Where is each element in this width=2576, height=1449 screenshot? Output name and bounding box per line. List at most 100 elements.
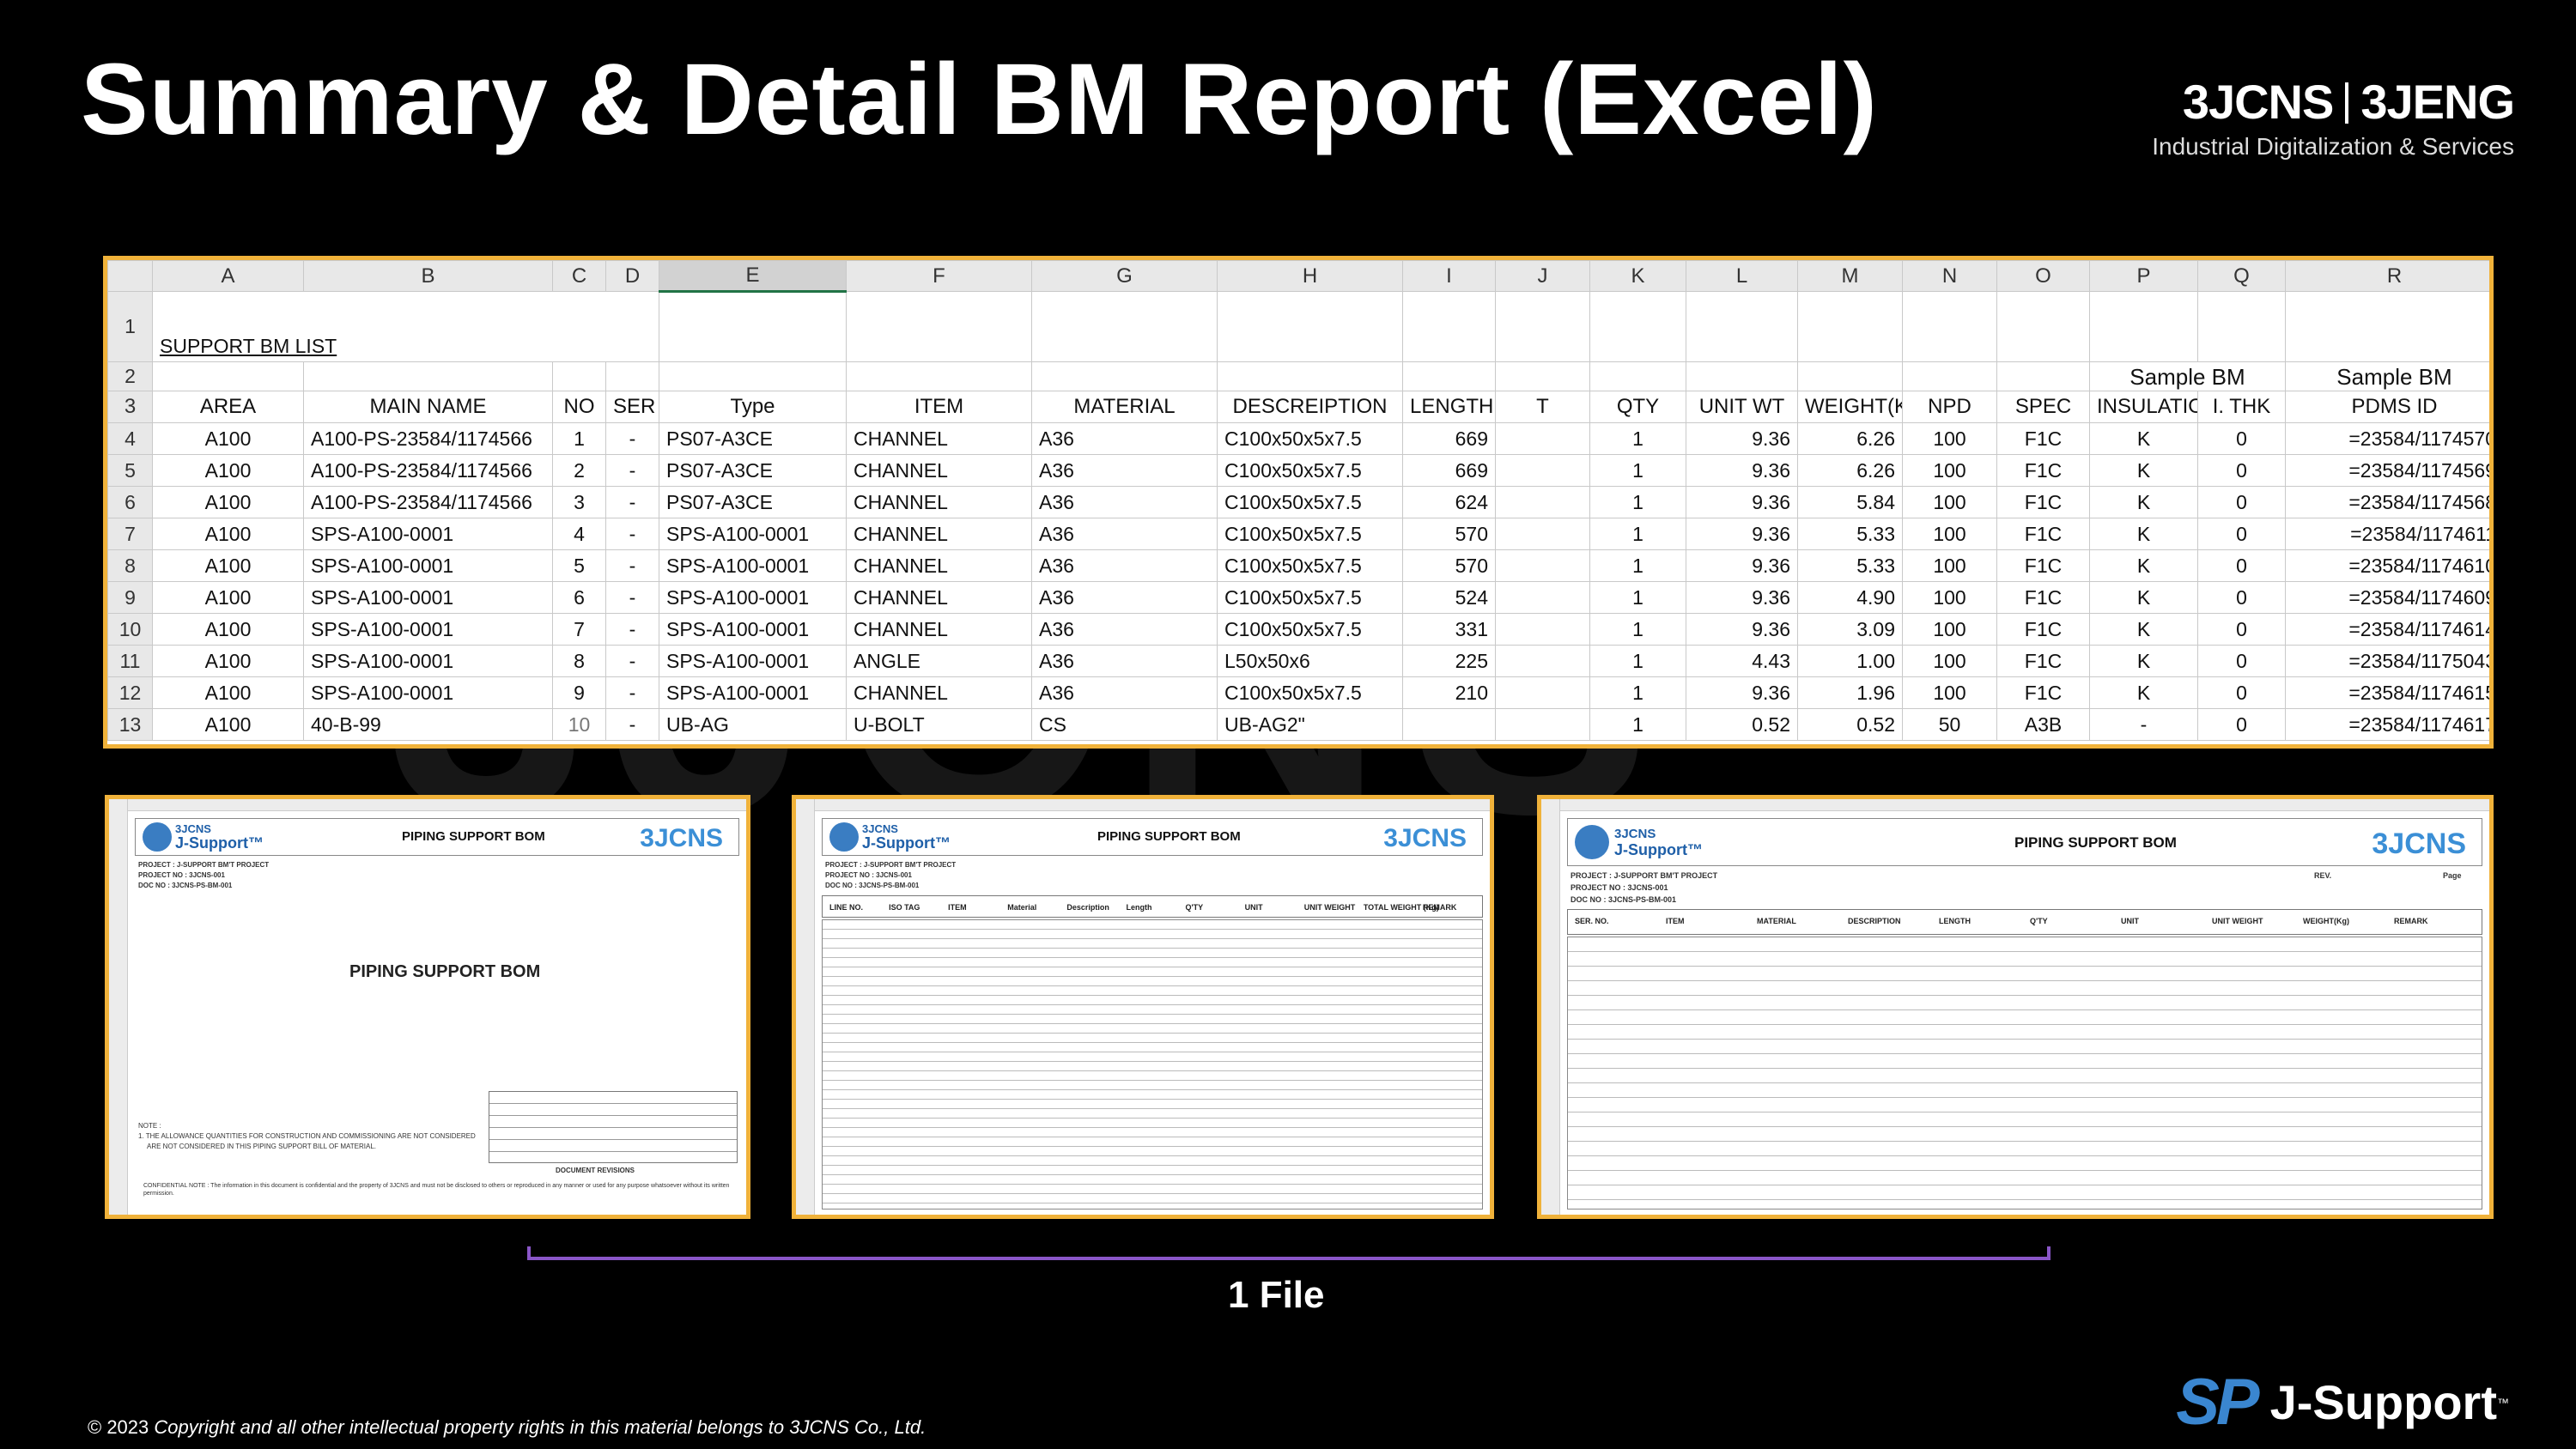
bm-cell[interactable]: F1C — [1996, 454, 2090, 487]
bm-cell[interactable]: 2 — [552, 454, 606, 487]
bm-cell[interactable]: F1C — [1996, 645, 2090, 677]
bm-cell[interactable]: SPS-A100-0001 — [659, 581, 847, 614]
bm-cell[interactable]: 50 — [1902, 708, 1997, 741]
bm-cell[interactable]: SPS-A100-0001 — [303, 613, 553, 646]
bm-header-cell[interactable]: NO — [552, 391, 606, 423]
bm-cell[interactable]: 9.36 — [1686, 613, 1798, 646]
bm-cell[interactable]: C100x50x5x7.5 — [1217, 422, 1403, 455]
bm-cell[interactable] — [1495, 708, 1590, 741]
bm-cell[interactable]: =23584/1174569 — [2285, 454, 2489, 487]
bm-cell[interactable]: F1C — [1996, 422, 2090, 455]
row-number[interactable]: 11 — [107, 645, 153, 677]
bm-cell[interactable]: K — [2089, 676, 2198, 709]
bm-cell[interactable]: - — [2089, 708, 2198, 741]
bm-cell[interactable]: 1.00 — [1797, 645, 1903, 677]
bm-cell[interactable]: UB-AG — [659, 708, 847, 741]
bm-cell[interactable]: A100 — [152, 613, 304, 646]
bm-cell[interactable]: A36 — [1031, 422, 1218, 455]
bm-header-cell[interactable]: NPD — [1902, 391, 1997, 423]
sample-bm-label-2[interactable]: Sample BM — [2285, 361, 2489, 391]
cell[interactable] — [1495, 291, 1590, 362]
bm-cell[interactable]: A100 — [152, 454, 304, 487]
cover-sheet-thumbnail[interactable]: 3JCNS J-Support™ PIPING SUPPORT BOM 3JCNS… — [105, 795, 750, 1219]
bm-header-cell[interactable]: INSULATION — [2089, 391, 2198, 423]
bm-cell[interactable]: 624 — [1402, 486, 1496, 518]
cell[interactable] — [1589, 291, 1686, 362]
bm-cell[interactable]: 100 — [1902, 454, 1997, 487]
column-header-h[interactable]: H — [1217, 260, 1403, 292]
cell[interactable] — [605, 361, 659, 391]
cell[interactable] — [1031, 361, 1218, 391]
cell[interactable] — [1217, 291, 1403, 362]
summary-bom-thumbnail[interactable]: 3JCNS J-Support™ PIPING SUPPORT BOM 3JCNS… — [1537, 795, 2494, 1219]
bm-cell[interactable]: A36 — [1031, 549, 1218, 582]
bm-cell[interactable]: 9.36 — [1686, 486, 1798, 518]
bm-cell[interactable]: 1 — [1589, 422, 1686, 455]
bm-cell[interactable]: 9 — [552, 676, 606, 709]
bm-cell[interactable]: PS07-A3CE — [659, 454, 847, 487]
bm-cell[interactable] — [1495, 486, 1590, 518]
bm-cell[interactable]: 100 — [1902, 486, 1997, 518]
cell[interactable] — [1031, 291, 1218, 362]
bm-cell[interactable]: UB-AG2" — [1217, 708, 1403, 741]
bm-list-title[interactable]: SUPPORT BM LIST — [152, 291, 659, 362]
bm-cell[interactable]: 100 — [1902, 549, 1997, 582]
cell[interactable] — [1797, 291, 1903, 362]
bm-cell[interactable]: 9.36 — [1686, 518, 1798, 550]
cell[interactable] — [1402, 291, 1496, 362]
bm-cell[interactable]: C100x50x5x7.5 — [1217, 581, 1403, 614]
bm-cell[interactable]: - — [605, 518, 659, 550]
bm-header-cell[interactable]: QTY — [1589, 391, 1686, 423]
bm-cell[interactable]: K — [2089, 454, 2198, 487]
bm-cell[interactable]: A100 — [152, 518, 304, 550]
bm-cell[interactable]: SPS-A100-0001 — [303, 518, 553, 550]
bm-cell[interactable]: 100 — [1902, 645, 1997, 677]
bm-cell[interactable]: CHANNEL — [846, 613, 1032, 646]
cell[interactable] — [552, 361, 606, 391]
row-number[interactable]: 8 — [107, 549, 153, 582]
row-number[interactable]: 13 — [107, 708, 153, 741]
bm-cell[interactable]: A100-PS-23584/1174566 — [303, 422, 553, 455]
sample-bm-label-1[interactable]: Sample BM — [2089, 361, 2286, 391]
bm-cell[interactable]: SPS-A100-0001 — [303, 645, 553, 677]
bm-cell[interactable]: A36 — [1031, 645, 1218, 677]
bm-cell[interactable]: A3B — [1996, 708, 2090, 741]
bm-cell[interactable]: L50x50x6 — [1217, 645, 1403, 677]
cell[interactable] — [1589, 361, 1686, 391]
cell[interactable] — [1686, 291, 1798, 362]
bm-cell[interactable]: A100 — [152, 645, 304, 677]
cell[interactable] — [1217, 361, 1403, 391]
bm-cell[interactable]: 5.84 — [1797, 486, 1903, 518]
cell[interactable] — [2089, 291, 2198, 362]
bm-cell[interactable]: PS07-A3CE — [659, 422, 847, 455]
bm-cell[interactable]: 1 — [1589, 676, 1686, 709]
bm-cell[interactable]: 100 — [1902, 518, 1997, 550]
bm-cell[interactable]: 1 — [1589, 708, 1686, 741]
bm-cell[interactable]: A36 — [1031, 613, 1218, 646]
bm-cell[interactable]: CHANNEL — [846, 518, 1032, 550]
column-header-f[interactable]: F — [846, 260, 1032, 292]
bm-cell[interactable]: A36 — [1031, 581, 1218, 614]
bm-cell[interactable]: 9.36 — [1686, 454, 1798, 487]
bm-header-cell[interactable]: SPEC — [1996, 391, 2090, 423]
bm-cell[interactable]: SPS-A100-0001 — [659, 676, 847, 709]
cell[interactable] — [1996, 361, 2090, 391]
bm-cell[interactable]: CHANNEL — [846, 422, 1032, 455]
cell[interactable] — [659, 361, 847, 391]
column-header-m[interactable]: M — [1797, 260, 1903, 292]
column-header-l[interactable]: L — [1686, 260, 1798, 292]
bm-cell[interactable]: F1C — [1996, 549, 2090, 582]
bm-cell[interactable]: 1.96 — [1797, 676, 1903, 709]
bm-cell[interactable] — [1495, 422, 1590, 455]
row-number[interactable]: 12 — [107, 676, 153, 709]
row-number[interactable]: 5 — [107, 454, 153, 487]
bm-header-cell[interactable]: I. THK — [2197, 391, 2286, 423]
column-header-p[interactable]: P — [2089, 260, 2198, 292]
bm-cell[interactable]: 1 — [552, 422, 606, 455]
bm-cell[interactable]: CHANNEL — [846, 676, 1032, 709]
column-header-c[interactable]: C — [552, 260, 606, 292]
bm-cell[interactable]: 0 — [2197, 613, 2286, 646]
bm-cell[interactable]: A36 — [1031, 454, 1218, 487]
bm-cell[interactable]: 6 — [552, 581, 606, 614]
cell[interactable] — [2197, 291, 2286, 362]
